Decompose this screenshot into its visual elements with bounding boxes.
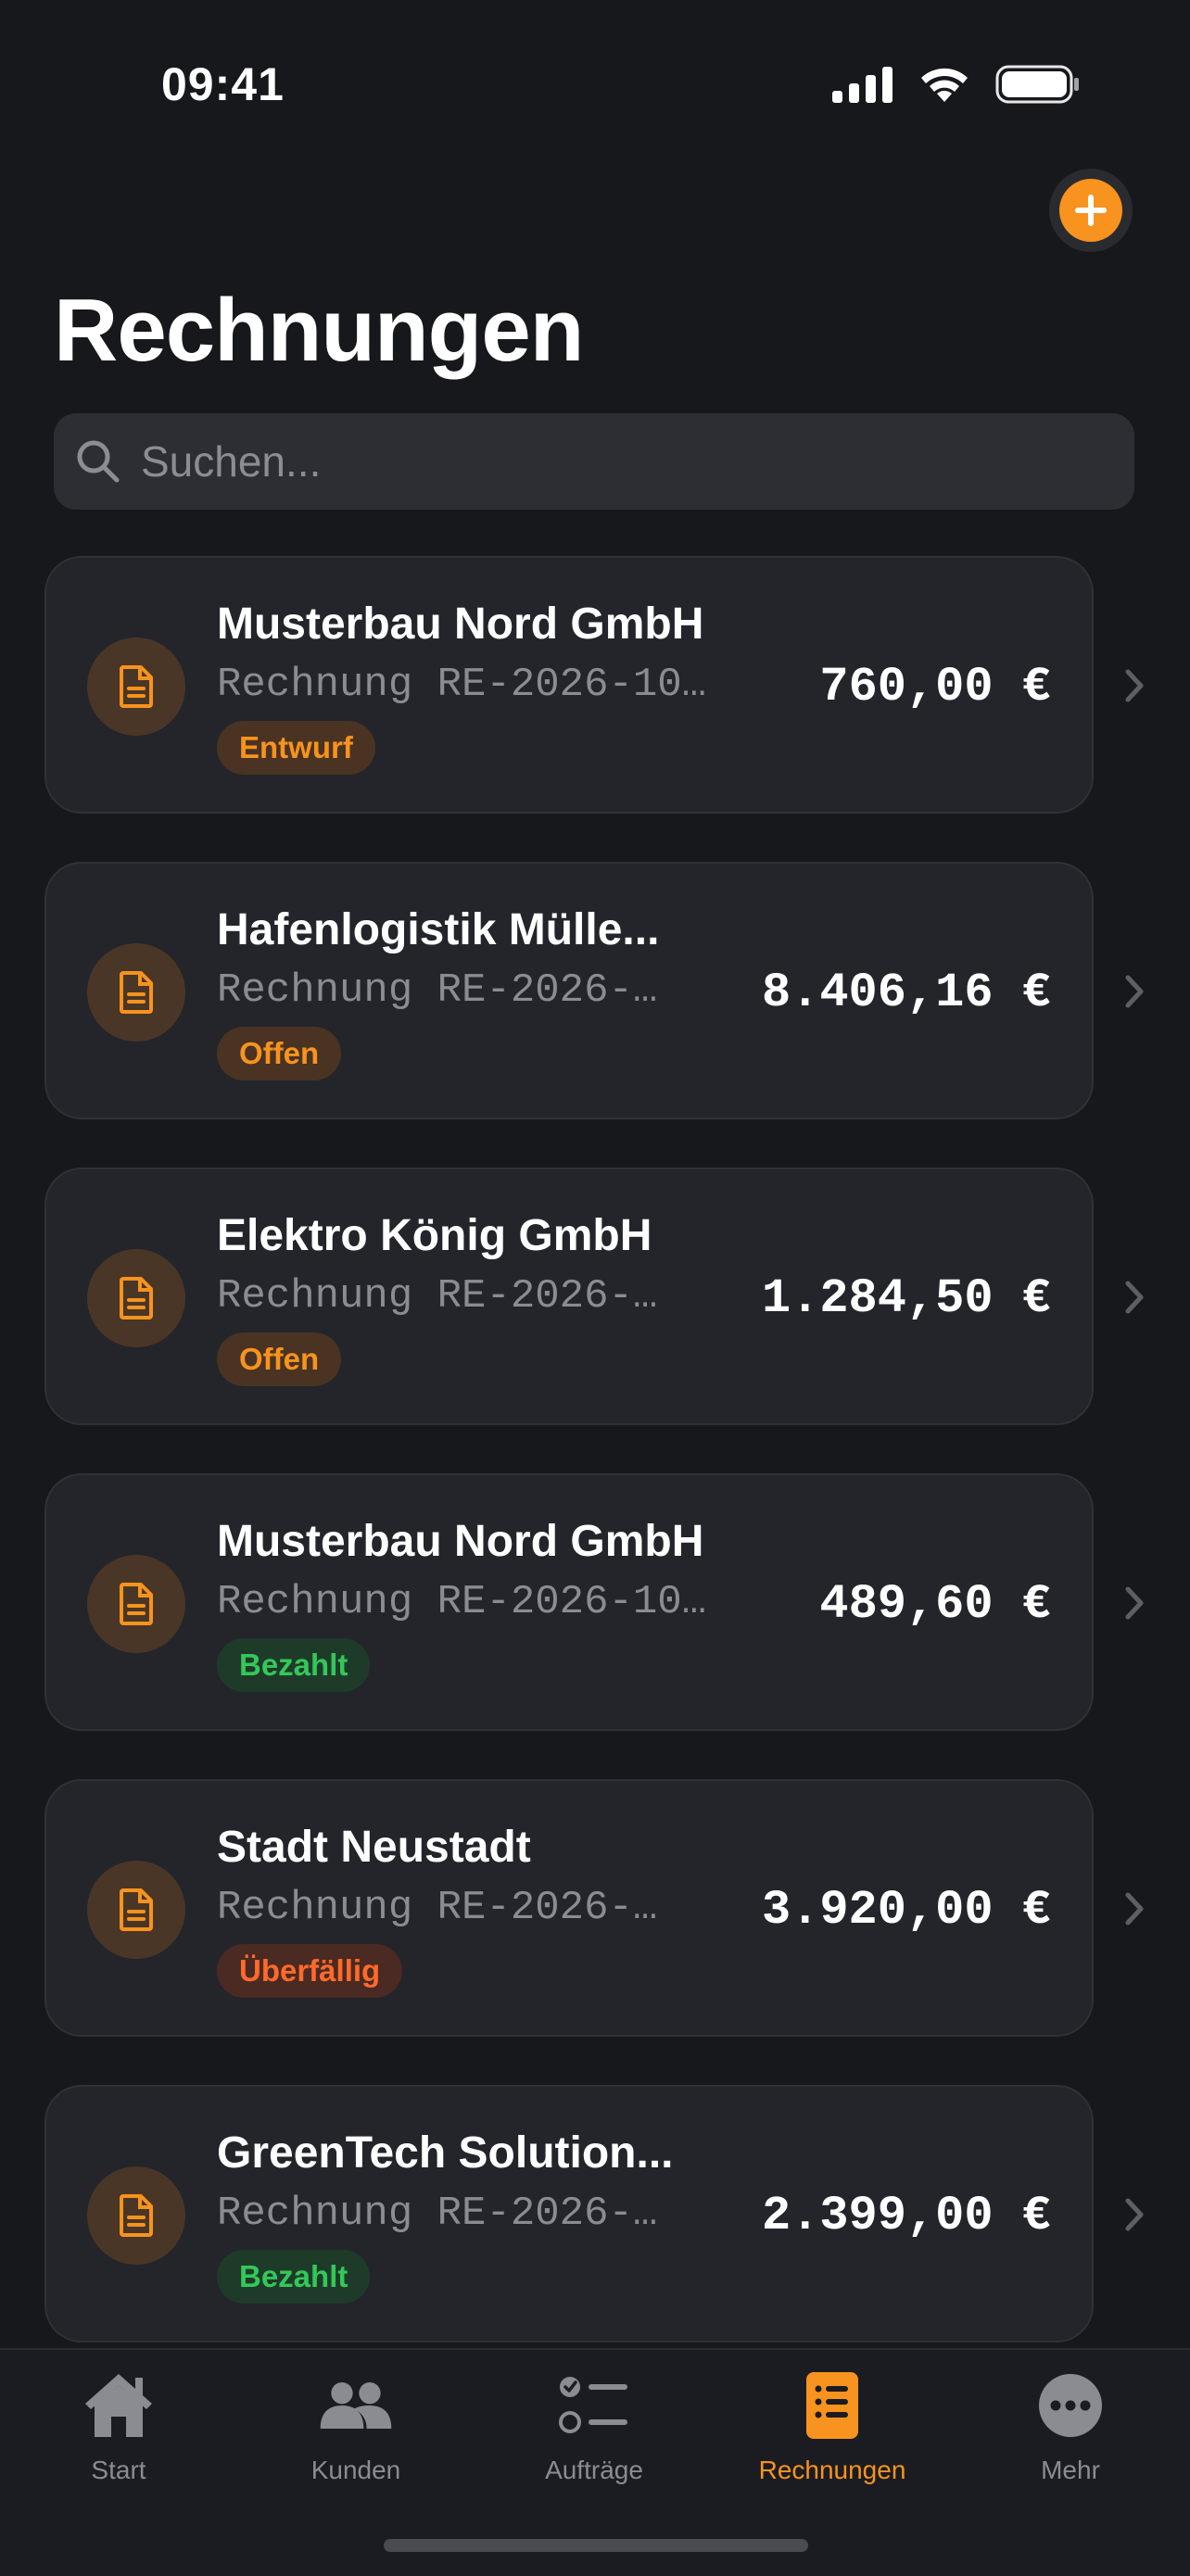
invoice-amount: 2.399,00 €: [761, 2189, 1051, 2243]
search-input[interactable]: [139, 436, 1070, 487]
chevron-right-icon[interactable]: [1123, 1890, 1146, 1927]
tab-auftraege[interactable]: Aufträge: [501, 2368, 687, 2485]
checklist-icon: [557, 2368, 631, 2443]
invoice-amount: 489,60 €: [819, 1577, 1051, 1632]
invoice-card[interactable]: Musterbau Nord GmbH Rechnung RE-2026-10……: [44, 1473, 1094, 1731]
invoice-number: Rechnung RE-2026-…: [217, 1273, 658, 1320]
invoice-number: Rechnung RE-2026-10…: [217, 1579, 707, 1625]
ellipsis-circle-icon: [1033, 2368, 1108, 2443]
tab-mehr[interactable]: Mehr: [978, 2368, 1163, 2485]
home-indicator[interactable]: [384, 2539, 808, 2552]
client-name: Hafenlogistik Mülle...: [217, 905, 660, 954]
invoice-amount: 8.406,16 €: [761, 966, 1051, 1020]
document-icon: [87, 943, 185, 1042]
wifi-icon: [921, 68, 968, 102]
document-list-icon: [795, 2368, 869, 2443]
house-icon: [82, 2368, 156, 2443]
invoice-card[interactable]: Musterbau Nord GmbH Rechnung RE-2026-10……: [44, 556, 1094, 814]
status-badge: Offen: [217, 1332, 342, 1386]
tab-start[interactable]: Start: [26, 2368, 211, 2485]
status-badge: Offen: [217, 1027, 342, 1080]
client-name: Musterbau Nord GmbH: [217, 1517, 704, 1566]
status-bar: 09:41: [0, 0, 1190, 176]
page-title: Rechnungen: [54, 281, 584, 380]
invoice-amount: 760,00 €: [819, 660, 1051, 714]
invoice-card[interactable]: Stadt Neustadt Rechnung RE-2026-… Überfä…: [44, 1779, 1094, 2037]
client-name: Stadt Neustadt: [217, 1823, 531, 1872]
search-icon: [77, 440, 120, 483]
document-icon: [87, 2166, 185, 2265]
tab-label: Mehr: [1041, 2456, 1100, 2484]
cellular-signal-icon: [832, 67, 892, 103]
invoice-list: Musterbau Nord GmbH Rechnung RE-2026-10……: [0, 556, 1190, 2348]
document-icon: [87, 1249, 185, 1347]
invoice-card[interactable]: Hafenlogistik Mülle... Rechnung RE-2026-…: [44, 862, 1094, 1119]
status-icons: [832, 65, 1081, 104]
document-icon: [87, 1861, 185, 1959]
client-name: Elektro König GmbH: [217, 1211, 652, 1260]
battery-icon: [995, 65, 1079, 104]
chevron-right-icon[interactable]: [1123, 2196, 1146, 2233]
tab-label: Start: [91, 2456, 146, 2484]
tab-label: Aufträge: [545, 2456, 643, 2484]
document-icon: [87, 1555, 185, 1653]
invoice-number: Rechnung RE-2026-…: [217, 967, 658, 1014]
invoice-amount: 1.284,50 €: [761, 1271, 1051, 1326]
client-name: Musterbau Nord GmbH: [217, 600, 704, 649]
document-icon: [87, 638, 185, 736]
client-name: GreenTech Solution...: [217, 2128, 674, 2178]
status-badge: Bezahlt: [217, 1638, 371, 1692]
tab-rechnungen[interactable]: Rechnungen: [740, 2368, 925, 2485]
invoice-card[interactable]: Elektro König GmbH Rechnung RE-2026-… Of…: [44, 1168, 1094, 1425]
tab-kunden[interactable]: Kunden: [263, 2368, 449, 2485]
invoice-number: Rechnung RE-2026-10…: [217, 662, 707, 708]
chevron-right-icon[interactable]: [1123, 1585, 1146, 1622]
chevron-right-icon[interactable]: [1123, 667, 1146, 704]
people-icon: [319, 2368, 393, 2443]
add-invoice-button[interactable]: [1049, 169, 1133, 252]
invoice-number: Rechnung RE-2026-…: [217, 1885, 658, 1931]
plus-icon: [1059, 179, 1122, 242]
status-time: 09:41: [161, 58, 285, 110]
invoice-number: Rechnung RE-2026-…: [217, 2191, 658, 2237]
tab-label: Rechnungen: [758, 2456, 906, 2484]
status-badge: Überfällig: [217, 1944, 403, 1998]
invoice-card[interactable]: GreenTech Solution... Rechnung RE-2026-……: [44, 2085, 1094, 2342]
status-badge: Entwurf: [217, 721, 375, 775]
chevron-right-icon[interactable]: [1123, 1279, 1146, 1316]
search-bar[interactable]: [54, 413, 1134, 510]
chevron-right-icon[interactable]: [1123, 973, 1146, 1010]
tab-label: Kunden: [310, 2456, 401, 2484]
invoice-amount: 3.920,00 €: [761, 1883, 1051, 1938]
status-badge: Bezahlt: [217, 2250, 371, 2304]
